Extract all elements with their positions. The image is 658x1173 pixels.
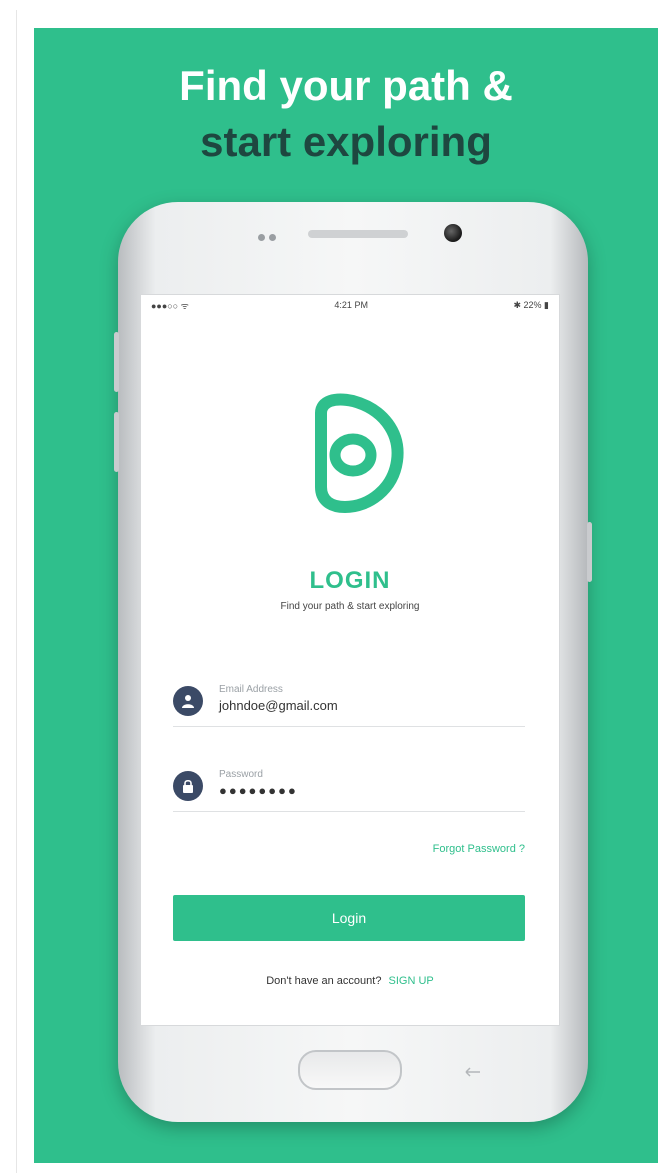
login-title: LOGIN bbox=[309, 567, 391, 594]
signup-row: Don't have an account? SIGN UP bbox=[141, 975, 559, 987]
signup-link[interactable]: SIGN UP bbox=[389, 975, 434, 987]
lock-icon bbox=[173, 771, 203, 801]
password-value[interactable]: ●●●●●●●● bbox=[219, 783, 298, 798]
camera-icon bbox=[444, 224, 462, 242]
sensors bbox=[258, 228, 288, 241]
headline-line-2: start exploring bbox=[200, 118, 492, 165]
email-field[interactable]: Email Address johndoe@gmail.com bbox=[173, 680, 525, 727]
volume-button bbox=[114, 332, 119, 392]
speaker-grille bbox=[308, 230, 408, 238]
status-time: 4:21 PM bbox=[334, 300, 368, 310]
battery-indicator: ✱ 22% ▮ bbox=[513, 299, 549, 310]
path-logo-icon bbox=[305, 393, 405, 513]
headline: Find your path & start exploring bbox=[34, 58, 658, 170]
user-icon bbox=[173, 686, 203, 716]
password-label: Password bbox=[219, 769, 263, 780]
signal-indicator: ●●●○○ ᯤ bbox=[151, 300, 189, 311]
headline-line-1: Find your path & bbox=[179, 62, 513, 109]
back-key-icon bbox=[464, 1064, 484, 1077]
home-button bbox=[298, 1050, 402, 1090]
login-button[interactable]: Login bbox=[173, 895, 525, 941]
phone-mockup: ●●●○○ ᯤ 4:21 PM ✱ 22% ▮ LOGIN Find your … bbox=[114, 202, 592, 1122]
phone-screen: ●●●○○ ᯤ 4:21 PM ✱ 22% ▮ LOGIN Find your … bbox=[140, 294, 560, 1026]
volume-button-2 bbox=[114, 412, 119, 472]
signup-prompt: Don't have an account? bbox=[266, 975, 382, 987]
power-button bbox=[587, 522, 592, 582]
login-subtitle: Find your path & start exploring bbox=[280, 601, 420, 612]
status-bar: ●●●○○ ᯤ 4:21 PM ✱ 22% ▮ bbox=[141, 295, 559, 315]
password-field[interactable]: Password ●●●●●●●● bbox=[173, 765, 525, 812]
forgot-password-link[interactable]: Forgot Password ? bbox=[433, 843, 525, 855]
email-label: Email Address bbox=[219, 684, 283, 695]
email-value[interactable]: johndoe@gmail.com bbox=[219, 698, 338, 713]
